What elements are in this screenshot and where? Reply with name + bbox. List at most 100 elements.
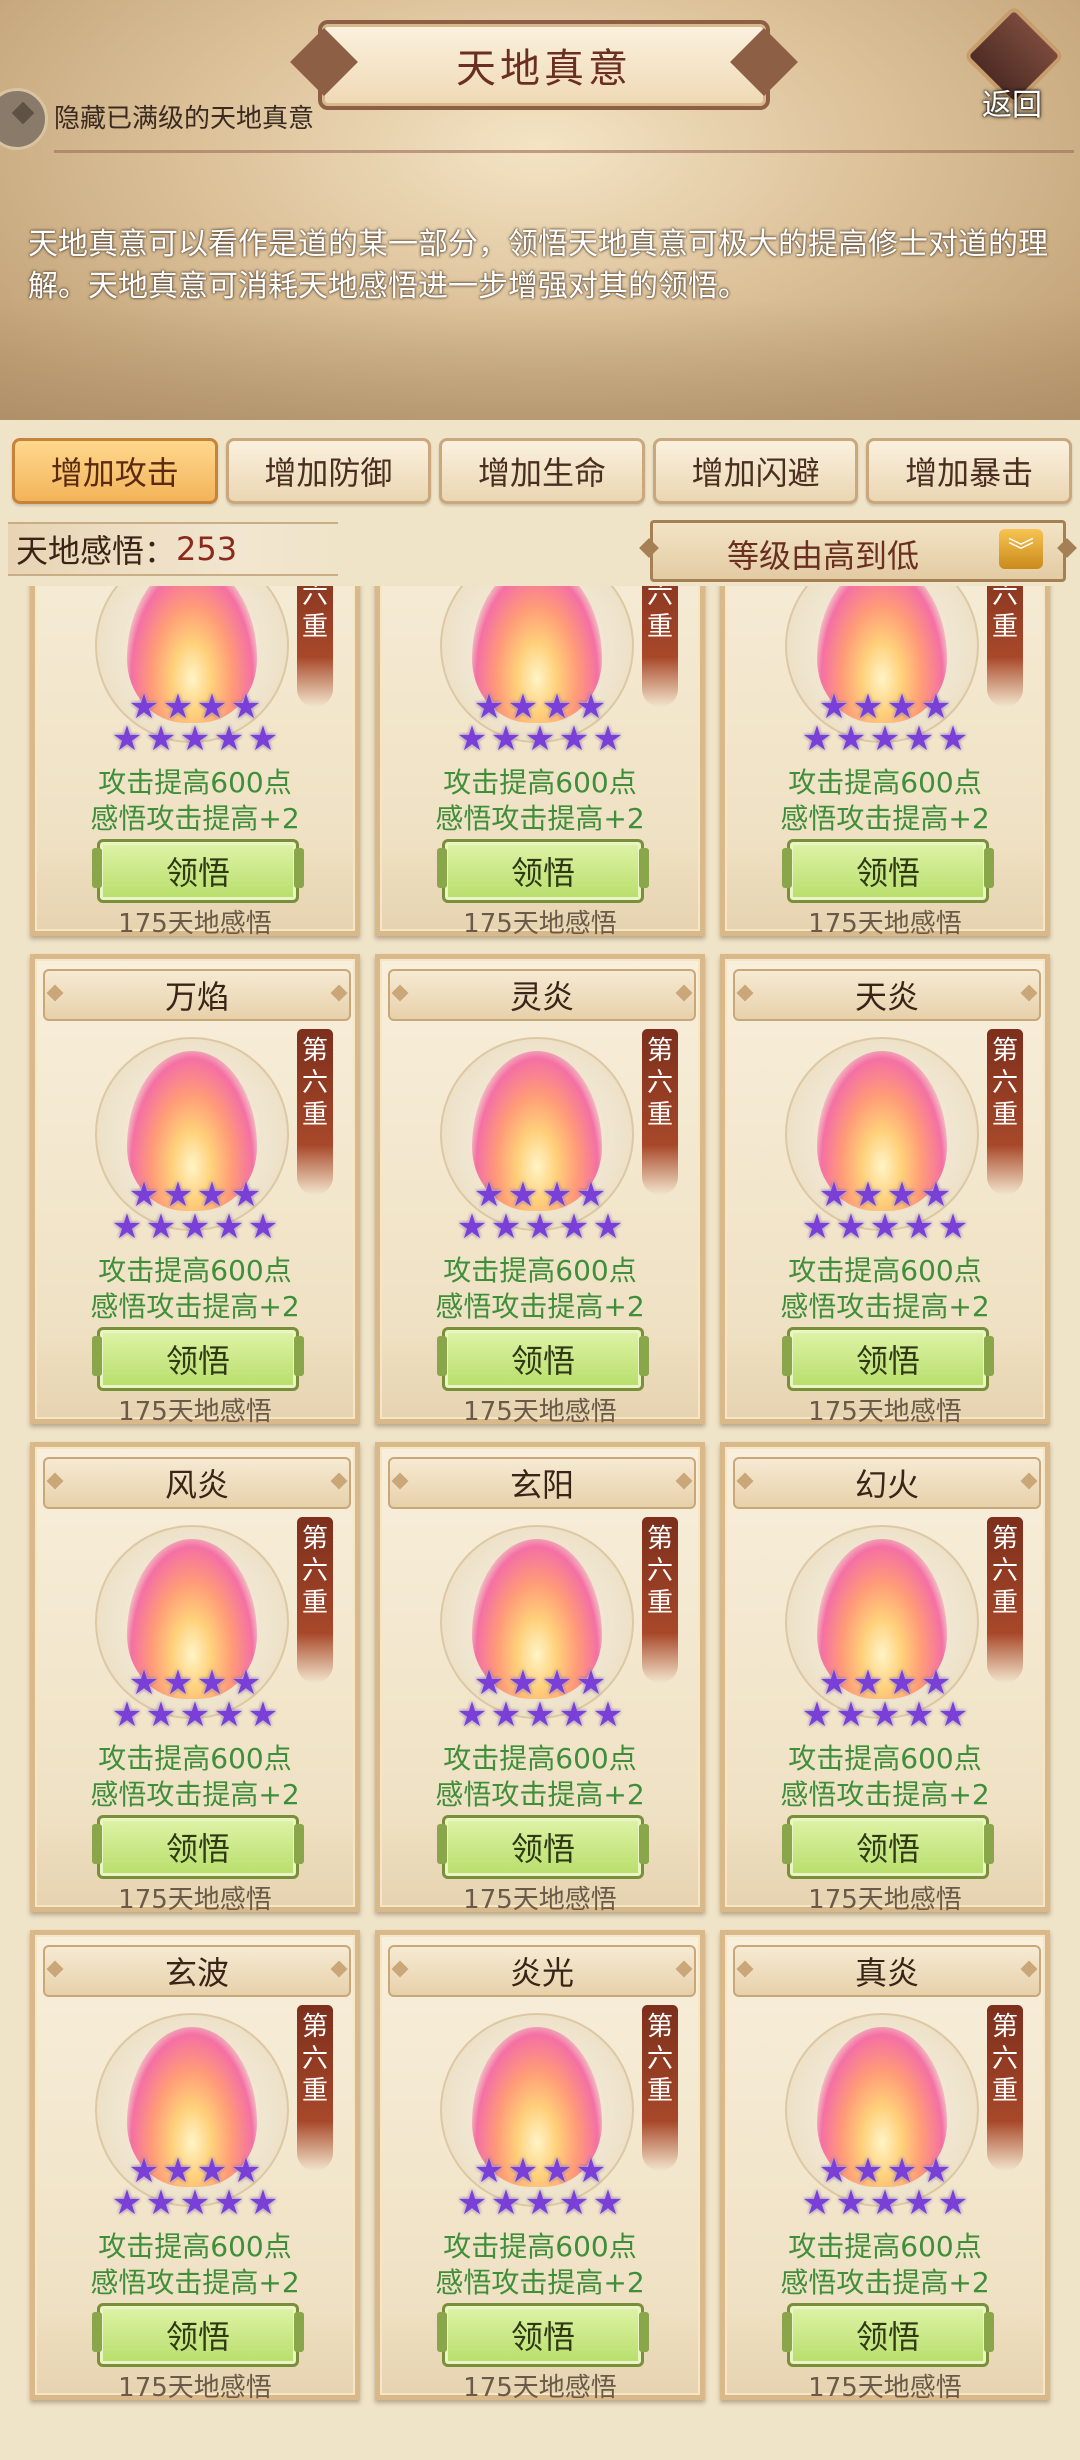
star-icon: ★: [558, 2183, 590, 2223]
comprehend-button[interactable]: 领悟: [437, 1815, 649, 1879]
stat-bonus: 攻击提高600点: [443, 1254, 637, 1287]
comprehend-button[interactable]: 领悟: [92, 839, 304, 903]
star-icon: ★: [937, 1207, 969, 1247]
rank-banner: 第六重: [987, 1517, 1023, 1683]
comprehend-button[interactable]: 领悟: [782, 1327, 994, 1391]
stat-bonus: 攻击提高600点: [98, 1254, 292, 1287]
tab-dodge[interactable]: 增加闪避: [652, 438, 859, 504]
insight-cost: 175天地感悟: [463, 1885, 617, 1915]
insight-bonus: 感悟攻击提高+2: [780, 802, 990, 835]
intent-card: 真炎第六重 ★ ★ ★ ★ ★ ★ ★ ★ ★ 攻击提高600点 感悟攻击提高+2 领悟 175天地感悟: [720, 1930, 1050, 2403]
star-icon: ★: [835, 2183, 867, 2223]
rank-char: 重: [301, 612, 328, 642]
star-icon: ★: [247, 1207, 279, 1247]
back-button[interactable]: 返回: [960, 5, 1065, 123]
true-intent-screen: 天地真意 返回 隐藏已满级的天地真意 天地真意可以看作是道的某一部分，领悟天地真…: [0, 0, 1080, 2460]
star-rating: ★ ★ ★ ★ ★ ★ ★ ★ ★: [725, 1178, 1045, 1247]
star-rating: ★ ★ ★ ★ ★ ★ ★ ★ ★: [725, 1666, 1045, 1735]
star-icon: ★: [869, 719, 901, 759]
intent-name: 真炎: [733, 1945, 1041, 1997]
rank-char: 六: [991, 586, 1018, 610]
comprehend-button[interactable]: 领悟: [437, 2303, 649, 2367]
tab-defense[interactable]: 增加防御: [225, 438, 432, 504]
intent-card-list[interactable]: 第六重★★★★★★★★★攻击提高600点感悟攻击提高+2领悟175天地感悟第六重…: [0, 586, 1080, 2460]
rank-char: 六: [991, 1556, 1018, 1586]
star-icon: ★: [490, 1207, 522, 1247]
intent-card: 天炎第六重 ★ ★ ★ ★ ★ ★ ★ ★ ★ 攻击提高600点 感悟攻击提高+2 领悟 175天地感悟: [720, 954, 1050, 1427]
rank-banner: 第六重: [642, 2005, 678, 2171]
rank-char: 重: [646, 612, 673, 642]
insight-bonus: 感悟攻击提高+2: [435, 802, 645, 835]
tab-crit[interactable]: 增加暴击: [866, 438, 1072, 504]
category-tabs: 增加攻击 增加防御 增加生命 增加闪避 增加暴击: [12, 438, 1072, 504]
insight-cost: 175天地感悟: [808, 2373, 962, 2403]
comprehend-button[interactable]: 领悟: [782, 839, 994, 903]
back-label: 返回: [982, 88, 1042, 123]
rank-char: 第: [991, 2012, 1018, 2042]
star-icon: ★: [456, 1695, 488, 1735]
stat-bonus: 攻击提高600点: [98, 2230, 292, 2263]
rank-char: 第: [301, 1524, 328, 1554]
rank-char: 重: [991, 1588, 1018, 1618]
insight-cost: 175天地感悟: [118, 909, 272, 939]
rank-char: 第: [646, 2012, 673, 2042]
star-icon: ★: [801, 1207, 833, 1247]
rank-banner: 第六重: [642, 1029, 678, 1195]
pin-icon: [0, 88, 48, 150]
insight-bonus: 感悟攻击提高+2: [90, 1778, 300, 1811]
star-icon: ★: [145, 719, 177, 759]
comprehend-button[interactable]: 领悟: [782, 2303, 994, 2367]
star-icon: ★: [869, 1695, 901, 1735]
star-icon: ★: [592, 1207, 624, 1247]
comprehend-button[interactable]: 领悟: [437, 839, 649, 903]
star-icon: ★: [937, 1695, 969, 1735]
rank-char: 重: [991, 2076, 1018, 2106]
star-rating: ★ ★ ★ ★ ★ ★ ★ ★ ★: [725, 690, 1045, 759]
hide-maxed-toggle[interactable]: 隐藏已满级的天地真意: [0, 88, 470, 150]
insight-bonus: 感悟攻击提高+2: [435, 2266, 645, 2299]
insight-bonus: 感悟攻击提高+2: [90, 1290, 300, 1323]
star-icon: ★: [213, 1207, 245, 1247]
rank-banner: 第六重: [987, 1029, 1023, 1195]
rank-char: 六: [991, 1068, 1018, 1098]
rank-char: 重: [991, 612, 1018, 642]
comprehend-button[interactable]: 领悟: [92, 2303, 304, 2367]
hide-maxed-label: 隐藏已满级的天地真意: [54, 104, 315, 134]
star-icon: ★: [490, 2183, 522, 2223]
rank-banner: 第六重: [297, 586, 333, 707]
star-rating: ★ ★ ★ ★ ★ ★ ★ ★ ★: [35, 2154, 355, 2223]
rank-char: 六: [646, 586, 673, 610]
insight-bonus: 感悟攻击提高+2: [435, 1778, 645, 1811]
insight-cost: 175天地感悟: [118, 2373, 272, 2403]
star-icon: ★: [145, 1695, 177, 1735]
star-icon: ★: [111, 2183, 143, 2223]
stat-bonus: 攻击提高600点: [788, 1742, 982, 1775]
sort-dropdown[interactable]: 等级由高到低 ︾: [650, 520, 1066, 582]
star-icon: ★: [869, 2183, 901, 2223]
rank-char: 重: [301, 1588, 328, 1618]
double-chevron-down-icon: ︾: [999, 529, 1043, 569]
star-icon: ★: [592, 2183, 624, 2223]
intent-name: 玄波: [43, 1945, 351, 1997]
intent-card: 第六重★★★★★★★★★ 攻击提高600点感悟攻击提高+2 领悟 175天地感悟: [375, 586, 705, 939]
resource-label: 天地感悟：: [16, 532, 177, 570]
rank-char: 重: [301, 2076, 328, 2106]
comprehend-button[interactable]: 领悟: [437, 1327, 649, 1391]
star-icon: ★: [937, 2183, 969, 2223]
comprehend-button[interactable]: 领悟: [782, 1815, 994, 1879]
insight-cost: 175天地感悟: [118, 1885, 272, 1915]
tab-attack[interactable]: 增加攻击: [12, 438, 218, 504]
rank-banner: 第六重: [987, 2005, 1023, 2171]
rank-char: 重: [301, 1100, 328, 1130]
comprehend-button[interactable]: 领悟: [92, 1327, 304, 1391]
rank-char: 六: [301, 586, 328, 610]
star-icon: ★: [111, 1207, 143, 1247]
tab-health[interactable]: 增加生命: [439, 438, 645, 504]
star-icon: ★: [490, 719, 522, 759]
rank-banner: 第六重: [642, 586, 678, 707]
insight-bonus: 感悟攻击提高+2: [435, 1290, 645, 1323]
stat-bonus: 攻击提高600点: [443, 766, 637, 799]
rank-char: 第: [991, 1036, 1018, 1066]
star-icon: ★: [179, 2183, 211, 2223]
comprehend-button[interactable]: 领悟: [92, 1815, 304, 1879]
